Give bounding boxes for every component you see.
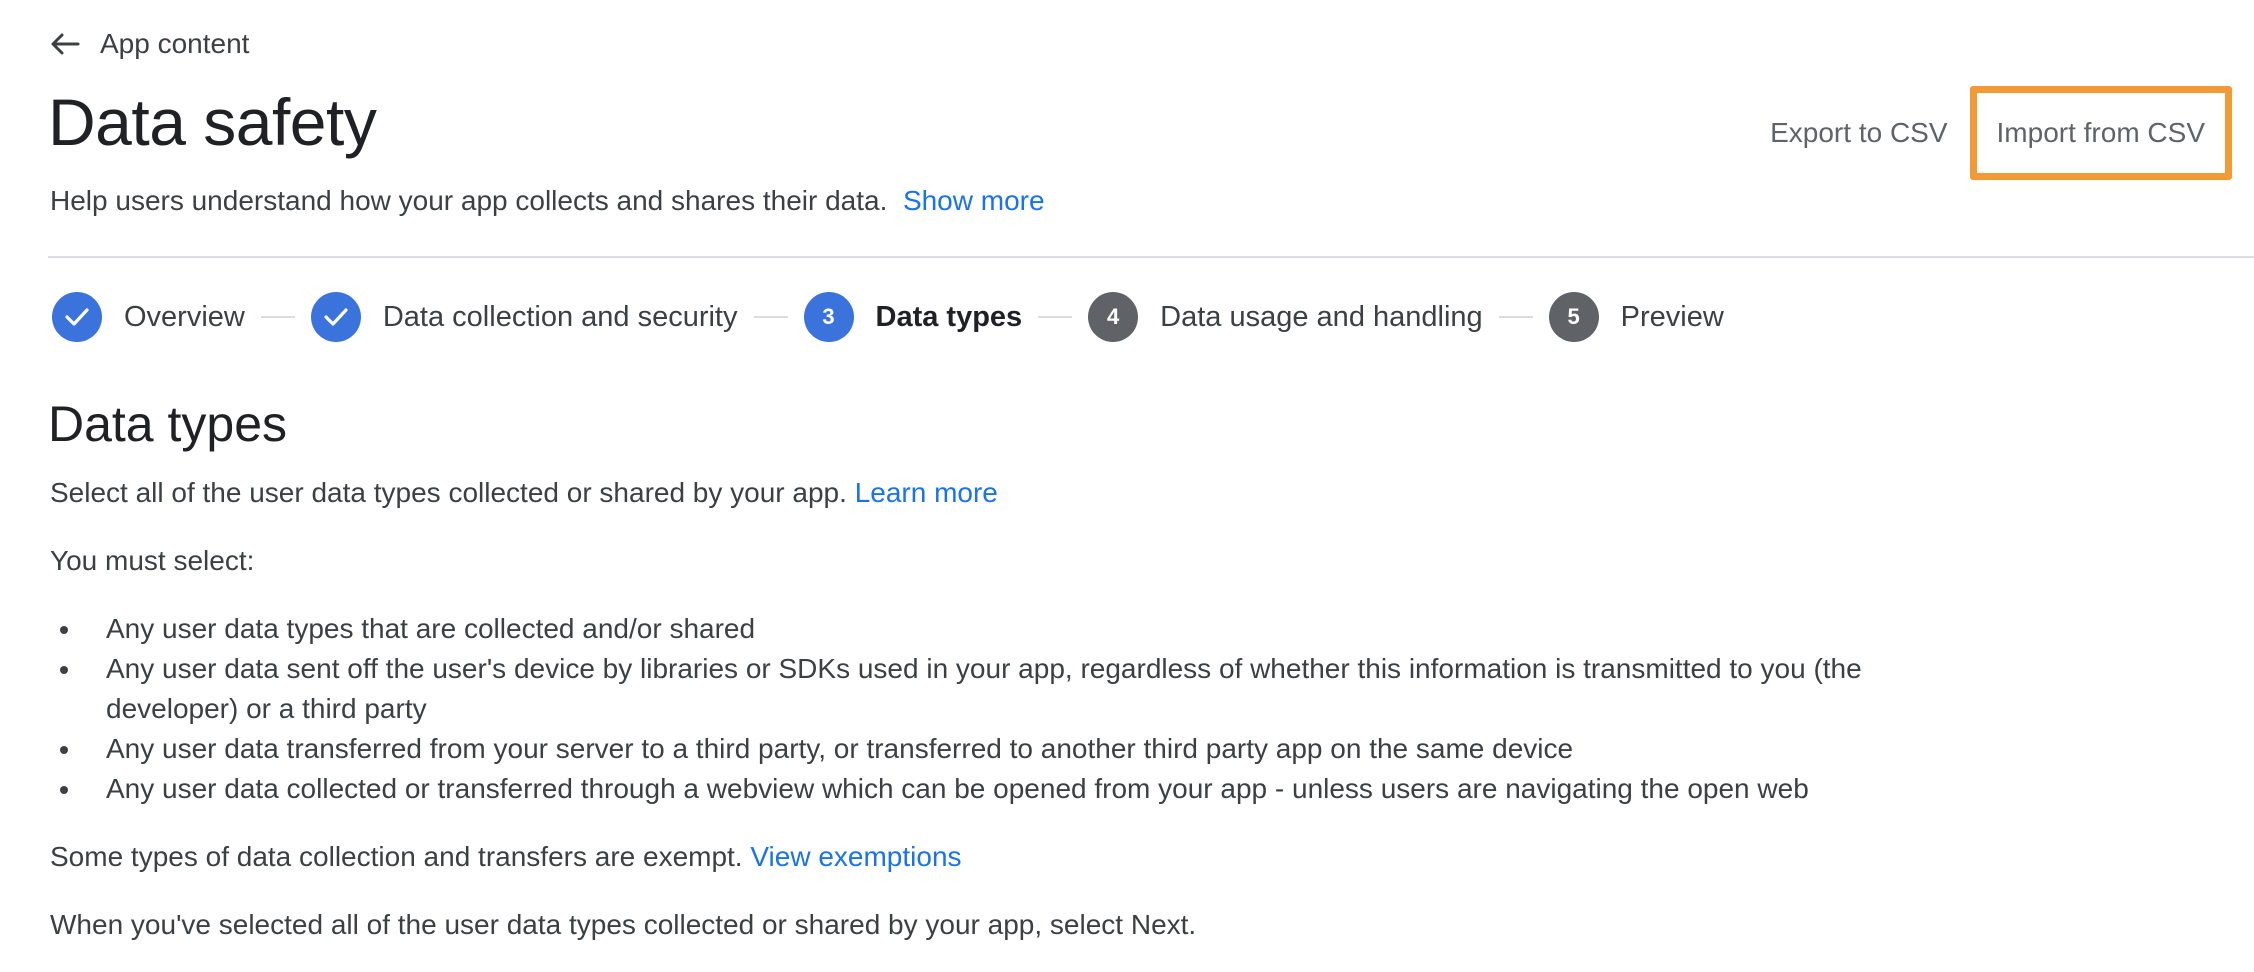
list-item: Any user data sent off the user's device… [50, 649, 1930, 729]
step-label: Data collection and security [382, 300, 738, 333]
progress-stepper: Overview Data collection and security 3 … [52, 292, 1724, 342]
back-link-label: App content [100, 28, 250, 59]
page-subtitle: Help users understand how your app colle… [50, 185, 1045, 217]
export-csv-button[interactable]: Export to CSV [1748, 87, 1969, 179]
intro-label: Select all of the user data types collec… [50, 477, 847, 508]
learn-more-link[interactable]: Learn more [855, 477, 998, 508]
exempt-text: Some types of data collection and transf… [50, 837, 962, 877]
page-title: Data safety [48, 85, 377, 159]
list-item: Any user data collected or transferred t… [50, 769, 1930, 809]
show-more-link[interactable]: Show more [903, 185, 1045, 216]
step-number: 5 [1548, 292, 1599, 342]
list-item: Any user data types that are collected a… [50, 609, 1930, 649]
check-icon [310, 292, 361, 342]
header-actions: Export to CSV Import from CSV [1748, 86, 2232, 180]
arrow-back-icon [50, 33, 80, 55]
step-separator [260, 316, 295, 318]
import-csv-button[interactable]: Import from CSV [1969, 86, 2232, 180]
step-label: Data types [875, 300, 1023, 333]
list-item: Any user data transferred from your serv… [50, 729, 1930, 769]
step-number: 4 [1088, 292, 1139, 342]
step-overview[interactable]: Overview [52, 292, 245, 342]
exempt-label: Some types of data collection and transf… [50, 841, 743, 872]
step-label: Overview [124, 300, 245, 333]
step-label: Data usage and handling [1160, 300, 1483, 333]
step-number: 3 [803, 292, 854, 342]
step-data-types[interactable]: 3 Data types [803, 292, 1023, 342]
step-separator [1038, 316, 1073, 318]
step-separator [1498, 316, 1533, 318]
subtitle-text: Help users understand how your app colle… [50, 185, 888, 216]
next-instruction: When you've selected all of the user dat… [50, 909, 1197, 940]
intro-text: Select all of the user data types collec… [50, 473, 998, 513]
header-divider [48, 256, 2254, 258]
check-icon [52, 292, 102, 342]
section-title: Data types [48, 396, 288, 452]
step-data-collection[interactable]: Data collection and security [310, 292, 738, 342]
step-separator [753, 316, 788, 318]
view-exemptions-link[interactable]: View exemptions [750, 841, 961, 872]
step-label: Preview [1620, 300, 1724, 333]
step-preview[interactable]: 5 Preview [1548, 292, 1724, 342]
back-link[interactable]: App content [50, 28, 249, 60]
must-select-text: You must select: [50, 545, 255, 576]
requirements-list: Any user data types that are collected a… [50, 609, 1930, 809]
step-data-usage[interactable]: 4 Data usage and handling [1088, 292, 1483, 342]
